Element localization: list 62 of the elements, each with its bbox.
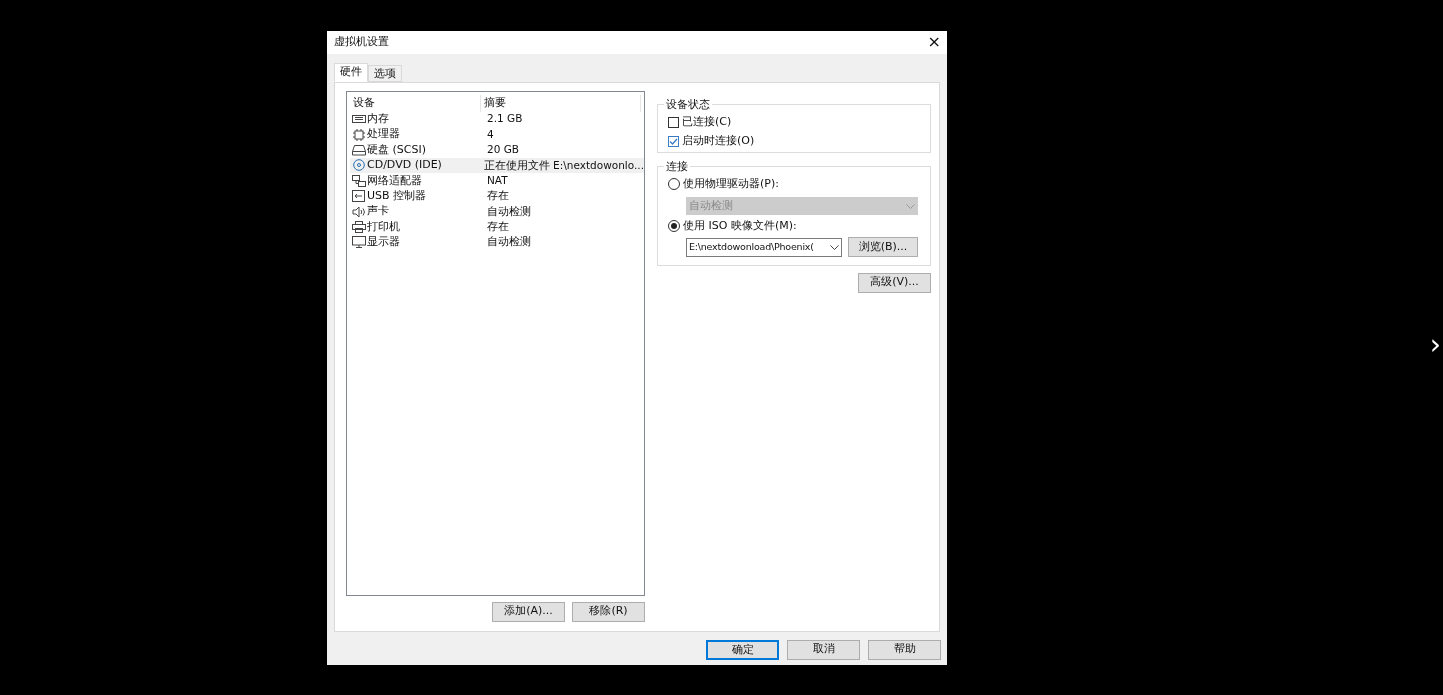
column-header[interactable]: 摘要 xyxy=(481,94,641,112)
dialog-button[interactable]: 取消 xyxy=(787,639,860,660)
device-row[interactable]: USB 控制器 存在 xyxy=(350,188,644,204)
dialog-button[interactable]: 帮助 xyxy=(868,639,941,660)
radio-label: 使用 ISO 映像文件(M): xyxy=(683,217,797,234)
column-header[interactable]: 设备 xyxy=(350,94,481,112)
device-row[interactable]: 硬盘 (SCSI) 20 GB xyxy=(350,142,644,158)
group-title: 设备状态 xyxy=(665,96,711,113)
checkbox-label: 已连接(C) xyxy=(682,114,732,131)
chevron-down-icon xyxy=(906,203,915,209)
radio-button[interactable] xyxy=(668,220,680,232)
device-name: 内存 xyxy=(367,110,389,127)
network-icon xyxy=(352,174,366,187)
device-name: 硬盘 (SCSI) xyxy=(367,141,426,158)
checkbox[interactable] xyxy=(668,136,679,147)
dialog-button[interactable]: 移除(R) xyxy=(572,601,645,622)
device-name: 声卡 xyxy=(367,203,389,220)
device-name: USB 控制器 xyxy=(367,187,427,204)
device-summary: NAT xyxy=(486,172,508,188)
speaker-icon xyxy=(352,205,366,218)
printer-icon xyxy=(352,220,366,233)
device-row[interactable]: 处理器 4 xyxy=(350,126,644,143)
tab[interactable]: 硬件 xyxy=(334,62,368,82)
chevron-down-icon xyxy=(830,244,839,250)
device-summary: 20 GB xyxy=(486,142,520,158)
radio-button[interactable] xyxy=(668,178,680,190)
disc-icon xyxy=(352,159,366,172)
device-name: CD/DVD (IDE) xyxy=(367,157,442,174)
dialog-button[interactable]: 浏览(B)... xyxy=(848,237,918,257)
device-name: 显示器 xyxy=(367,234,400,251)
device-summary: 4 xyxy=(486,126,494,142)
checkbox[interactable] xyxy=(668,117,679,128)
device-summary: 正在使用文件 E:\nextdowonlo... xyxy=(482,157,644,173)
device-name: 处理器 xyxy=(367,126,400,143)
dialog-button[interactable]: 高级(V)... xyxy=(858,272,931,293)
device-summary: 存在 xyxy=(486,219,509,235)
radio-label: 使用物理驱动器(P): xyxy=(683,175,779,192)
device-row[interactable]: 网络适配器 NAT xyxy=(350,173,644,189)
group-title: 连接 xyxy=(665,158,689,175)
monitor-icon xyxy=(352,236,366,249)
window-title: 虚拟机设置 xyxy=(334,33,389,50)
device-row[interactable]: CD/DVD (IDE) 正在使用文件 E:\nextdowonlo... xyxy=(350,157,644,174)
close-button[interactable]: × xyxy=(927,34,941,50)
usb-icon xyxy=(352,190,366,203)
device-name: 网络适配器 xyxy=(367,172,422,189)
device-summary: 存在 xyxy=(486,188,509,204)
device-summary: 2.1 GB xyxy=(486,111,523,127)
iso-path-combobox[interactable]: E:\nextdowonload\Phoenix( xyxy=(686,237,842,257)
device-summary: 自动检测 xyxy=(486,234,531,250)
device-row[interactable]: 打印机 存在 xyxy=(350,219,644,235)
tab[interactable]: 选项 xyxy=(368,64,402,82)
device-name: 打印机 xyxy=(367,218,400,235)
device-row[interactable]: 显示器 自动检测 xyxy=(350,234,644,250)
memory-icon xyxy=(352,113,366,126)
chip-icon xyxy=(352,128,366,141)
checkbox-label: 启动时连接(O) xyxy=(682,133,755,150)
device-row[interactable]: 内存 2.1 GB xyxy=(350,111,644,127)
dialog-button[interactable]: 添加(A)... xyxy=(492,601,565,622)
dialog-button[interactable]: 确定 xyxy=(706,639,779,660)
device-row[interactable]: 声卡 自动检测 xyxy=(350,203,644,220)
next-button[interactable]: › xyxy=(1429,330,1441,359)
device-summary: 自动检测 xyxy=(486,203,531,219)
